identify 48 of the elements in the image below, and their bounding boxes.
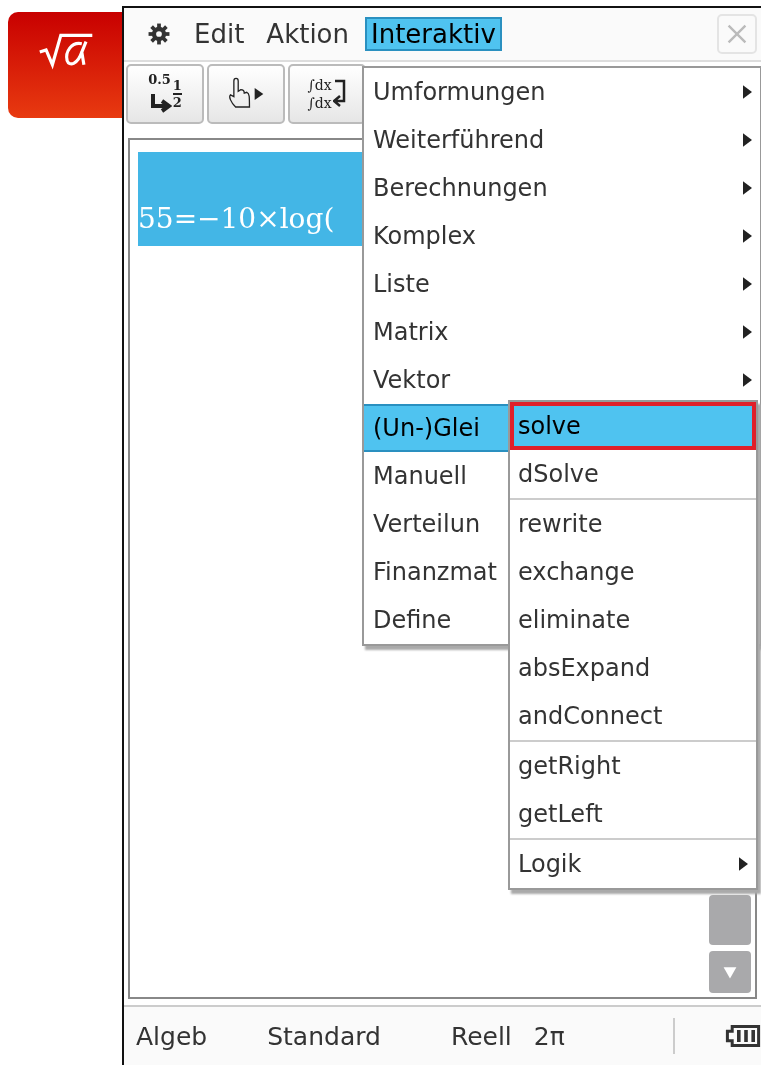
submenu-arrow-icon (743, 373, 752, 387)
menu-item[interactable]: Vektor (364, 356, 760, 404)
menu-bar-item[interactable]: Aktion (260, 17, 355, 51)
menu-item[interactable]: andConnect (510, 692, 756, 740)
menu-item[interactable]: exchange (510, 548, 756, 596)
return-arrow-icon (332, 79, 347, 109)
status-item[interactable]: Reell (450, 1021, 512, 1051)
menu-item[interactable]: Manuell (364, 452, 510, 500)
status-item[interactable]: Standard (267, 1021, 381, 1051)
menu-item[interactable]: eliminate (510, 596, 756, 644)
menu-item[interactable]: Verteilun (364, 500, 510, 548)
menu-item[interactable]: (Un-)Glei (364, 404, 510, 452)
submenu-arrow-icon (743, 133, 752, 147)
scrollbar-thumb[interactable] (709, 895, 751, 945)
menu-bar-item[interactable]: Interaktiv (365, 17, 502, 51)
menu-item[interactable]: Berechnungen (364, 164, 760, 212)
integral-button[interactable]: ∫dx ∫dx (288, 64, 366, 124)
menu-item[interactable]: rewrite (510, 498, 756, 548)
menu-item[interactable]: Komplex (364, 212, 760, 260)
submenu-arrow-icon (743, 277, 752, 291)
menu-item[interactable]: solve (510, 402, 756, 450)
status-item[interactable]: 2π (533, 1021, 565, 1051)
menu-item[interactable]: Matrix (364, 308, 760, 356)
close-icon (725, 22, 749, 46)
submenu-arrow-icon (743, 85, 752, 99)
menu-item[interactable]: Finanzmat (364, 548, 510, 596)
menu-item[interactable]: getRight (510, 740, 756, 790)
menu-item[interactable]: Weiterführend (364, 116, 760, 164)
menu-item[interactable]: Define (364, 596, 510, 644)
status-item[interactable]: Algeb (136, 1021, 208, 1051)
menu-item[interactable]: absExpand (510, 644, 756, 692)
menu-bar-item[interactable]: Edit (188, 17, 251, 51)
settings-icon[interactable] (148, 23, 170, 45)
hand-play-button[interactable] (207, 64, 285, 124)
app-icon[interactable] (8, 12, 122, 118)
submenu-arrow-icon (743, 229, 752, 243)
menu-item[interactable]: Logik (510, 838, 756, 888)
menu-item[interactable]: getLeft (510, 790, 756, 838)
menu-item[interactable]: Liste (364, 260, 760, 308)
convert-button[interactable]: 0.5 1 2 (126, 64, 204, 124)
menu-item[interactable]: Umformungen (364, 68, 760, 116)
bent-arrow-icon (149, 94, 172, 114)
submenu-arrow-icon (739, 857, 748, 871)
battery-icon (725, 1024, 761, 1048)
down-arrow-icon (722, 964, 738, 980)
submenu-arrow-icon (743, 181, 752, 195)
menu-item[interactable]: dSolve (510, 450, 756, 498)
submenu-arrow-icon (743, 325, 752, 339)
